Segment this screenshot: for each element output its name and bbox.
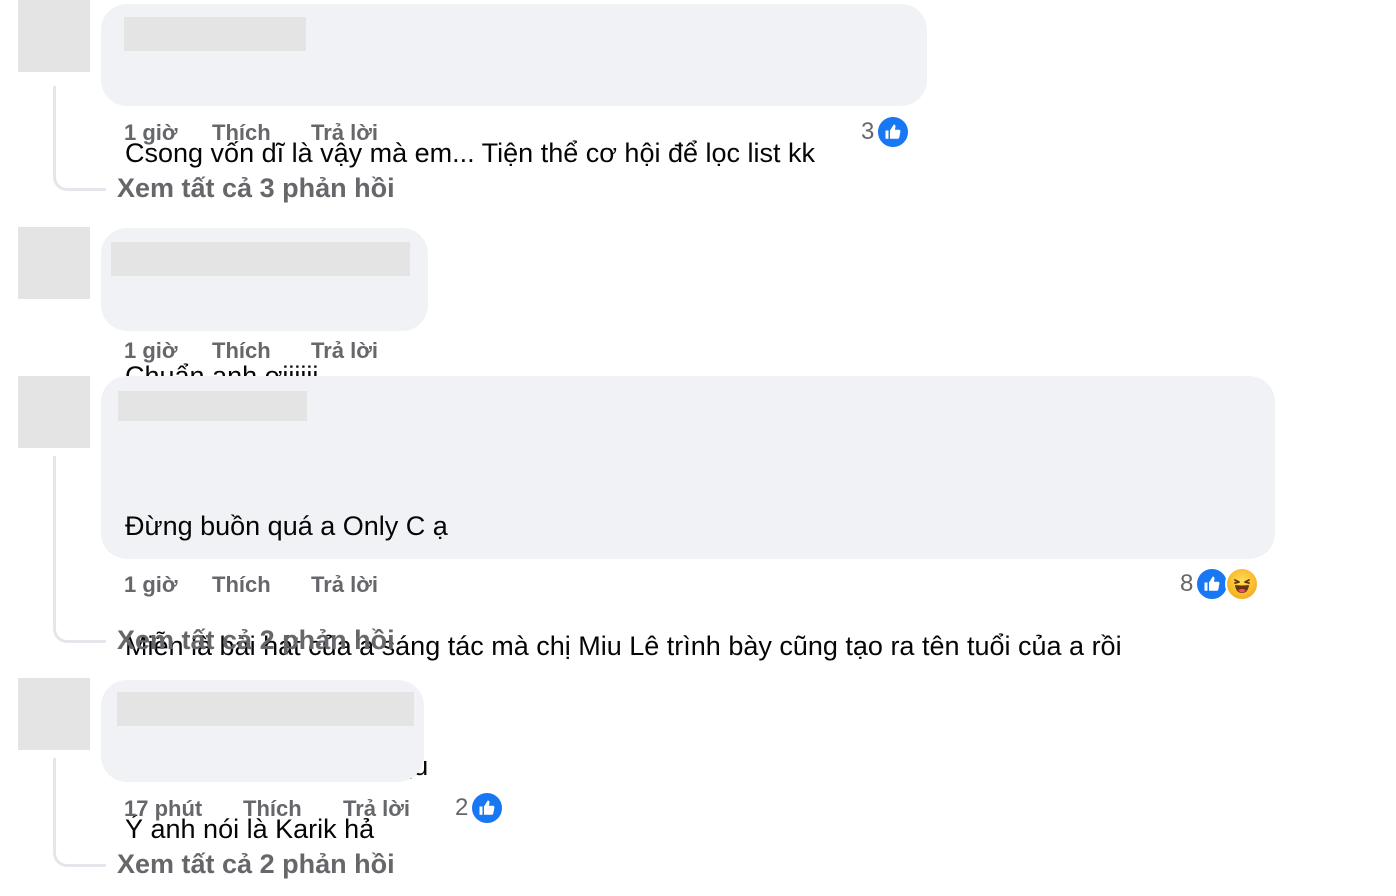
comment-meta: 1 giờ Thích Trả lời — [124, 570, 424, 600]
comment-bubble: Đừng buồn quá a Only C ạ Miễn là bài hát… — [101, 376, 1275, 781]
avatar[interactable] — [18, 0, 90, 72]
comment-line: Đừng buồn quá a Only C ạ — [125, 511, 448, 541]
reaction-count: 3 — [861, 118, 875, 145]
like-button[interactable]: Thích — [212, 118, 271, 148]
thread-connector — [53, 758, 106, 867]
comment-bubble: Chuẩn anh ơiiiiii — [101, 228, 428, 391]
reaction-summary[interactable]: 3 — [861, 114, 911, 150]
like-icon — [876, 115, 911, 149]
commenter-name-redacted[interactable] — [117, 692, 414, 726]
comment-meta: 17 phút Thích Trả lời — [124, 794, 444, 824]
comment-thread: Csong vốn dĩ là vậy mà em... Tiện thể cơ… — [0, 0, 1396, 896]
reaction-summary[interactable]: 8 — [1180, 566, 1260, 602]
haha-icon — [1225, 567, 1260, 601]
commenter-name-redacted[interactable] — [124, 17, 306, 51]
reply-button[interactable]: Trả lời — [311, 336, 378, 366]
comment-time[interactable]: 17 phút — [124, 794, 202, 824]
comment-meta: 1 giờ Thích Trả lời — [124, 118, 424, 148]
avatar[interactable] — [18, 678, 90, 750]
reaction-summary[interactable]: 2 — [455, 790, 505, 826]
thread-connector — [53, 86, 106, 191]
comment-time[interactable]: 1 giờ — [124, 336, 178, 366]
avatar[interactable] — [18, 227, 90, 299]
view-replies-link[interactable]: Xem tất cả 3 phản hồi — [117, 170, 395, 206]
like-button[interactable]: Thích — [212, 570, 271, 600]
reply-button[interactable]: Trả lời — [343, 794, 410, 824]
comment-meta: 1 giờ Thích Trả lời — [124, 336, 424, 366]
reply-button[interactable]: Trả lời — [311, 118, 378, 148]
view-replies-link[interactable]: Xem tất cả 2 phản hồi — [117, 622, 395, 658]
comment-time[interactable]: 1 giờ — [124, 118, 178, 148]
reply-button[interactable]: Trả lời — [311, 570, 378, 600]
commenter-name-redacted[interactable] — [111, 242, 410, 276]
like-button[interactable]: Thích — [212, 336, 271, 366]
avatar[interactable] — [18, 376, 90, 448]
like-icon — [470, 791, 505, 825]
like-button[interactable]: Thích — [243, 794, 302, 824]
like-icon — [1195, 567, 1230, 601]
comment-bubble: Csong vốn dĩ là vậy mà em... Tiện thể cơ… — [101, 4, 927, 168]
comment-text: Csong vốn dĩ là vậy mà em... Tiện thể cơ… — [125, 53, 815, 253]
comment-bubble: Ý anh nói là Karik hả — [101, 680, 424, 844]
commenter-name-redacted[interactable] — [118, 391, 307, 421]
thread-connector — [53, 456, 106, 643]
reaction-count: 2 — [455, 794, 469, 821]
reaction-count: 8 — [1180, 570, 1194, 597]
view-replies-link[interactable]: Xem tất cả 2 phản hồi — [117, 846, 395, 882]
comment-time[interactable]: 1 giờ — [124, 570, 178, 600]
